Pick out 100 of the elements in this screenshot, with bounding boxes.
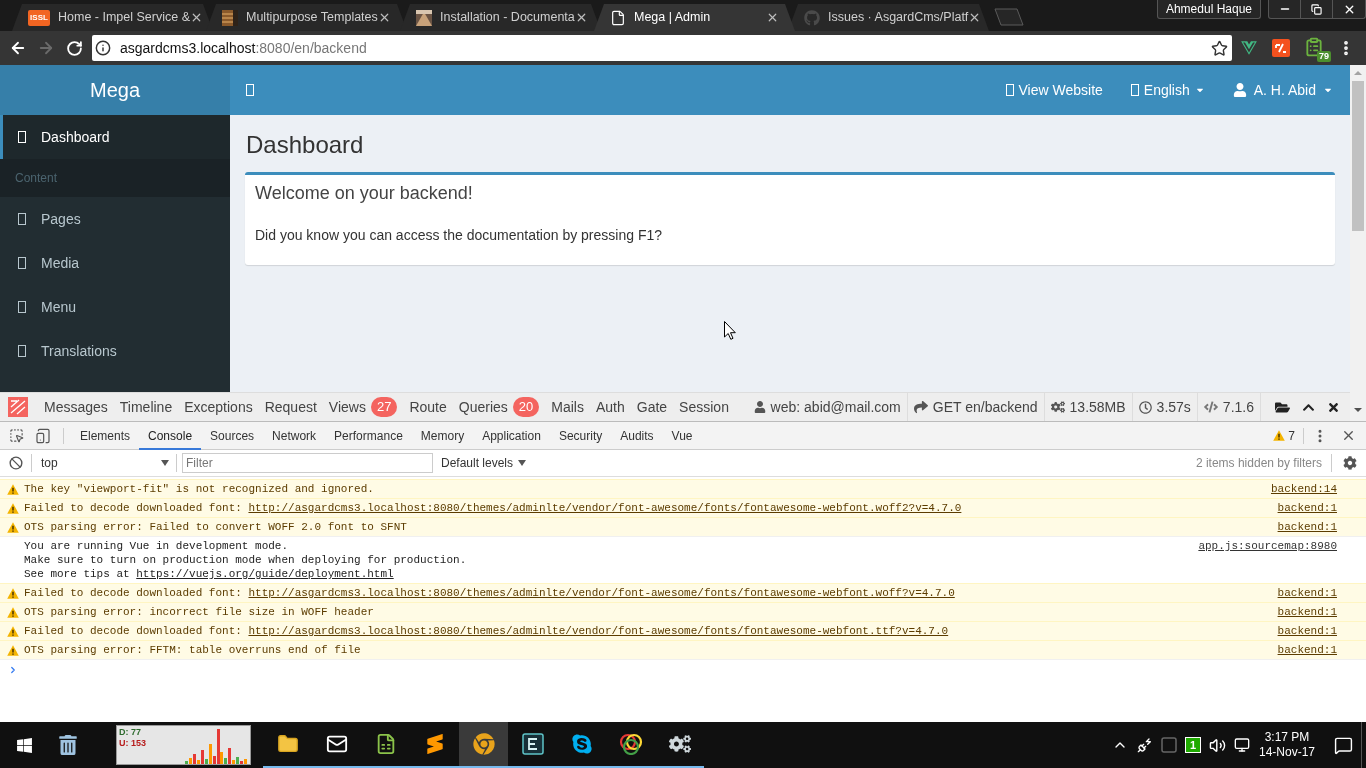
- context-select[interactable]: top: [32, 453, 175, 473]
- debugbar-tab[interactable]: Gate: [630, 394, 674, 420]
- debugbar-tab[interactable]: Session: [673, 394, 735, 420]
- colorful-rings-icon: [618, 733, 643, 755]
- device-toolbar-icon[interactable]: [35, 427, 51, 444]
- source-link[interactable]: backend:1: [1277, 641, 1337, 659]
- address-bar[interactable]: asgardcms3.localhost:8080/en/backend: [92, 35, 1232, 61]
- sidebar-item[interactable]: Pages: [0, 197, 230, 241]
- power-plug-icon[interactable]: [1137, 737, 1153, 753]
- devtools-tab[interactable]: Application: [473, 421, 550, 450]
- clock-icon: [1138, 400, 1152, 414]
- cat-logo-icon: [804, 9, 820, 26]
- sidebar-toggle[interactable]: [246, 84, 254, 96]
- source-link[interactable]: backend:14: [1271, 480, 1337, 498]
- source-link[interactable]: backend:1: [1277, 603, 1337, 621]
- close-tab-icon[interactable]: [190, 11, 203, 24]
- devtools-tab[interactable]: Console: [139, 421, 202, 450]
- s-logo-icon: [424, 734, 445, 754]
- brand-logo[interactable]: Mega: [0, 65, 230, 115]
- debugbar-tab[interactable]: Views 27: [322, 394, 404, 420]
- upload-reading: U: 153: [119, 738, 146, 749]
- devtools-tab[interactable]: Audits: [611, 421, 663, 450]
- devtools-tab[interactable]: Performance: [325, 421, 412, 450]
- gears-icon: [668, 733, 691, 755]
- clear-console-icon[interactable]: [9, 456, 23, 470]
- devtools-tab[interactable]: Security: [549, 421, 612, 450]
- debugbar-tab[interactable]: Mails: [545, 394, 590, 420]
- source-link[interactable]: backend:1: [1277, 584, 1337, 602]
- forward-arrow-icon: [37, 39, 55, 57]
- editor-icon: [521, 733, 544, 755]
- levels-dropdown[interactable]: Default levels: [441, 454, 527, 472]
- debugbar-tab[interactable]: Messages: [38, 394, 114, 420]
- header-dropdown[interactable]: English: [1130, 79, 1205, 101]
- code-tile-icon[interactable]: [1272, 39, 1290, 57]
- debugbar-tab[interactable]: Timeline: [113, 394, 179, 420]
- caret-down-icon: [518, 460, 527, 466]
- console-message: Failed to decode downloaded font: http://asgardcms3.localhost:8080/themes/adminlte/vendor/font-awesome/fonts/fontawesome-webfont.woff?v=4.7.0: [24, 585, 955, 601]
- settings-icon[interactable]: [1343, 456, 1357, 470]
- source-link[interactable]: app.js:sourcemap:8980: [1198, 539, 1337, 581]
- devtools-tab[interactable]: Elements: [71, 421, 140, 450]
- filter-field[interactable]: Filter: [182, 453, 433, 473]
- speaker-icon[interactable]: [1209, 736, 1226, 754]
- warnings-counter[interactable]: 7: [1273, 426, 1295, 445]
- debugbar-logo-icon[interactable]: [8, 397, 28, 417]
- missing-glyph-icon: [18, 301, 26, 313]
- close-icon[interactable]: [1341, 428, 1356, 443]
- user-menu[interactable]: A. H. Abid: [1232, 79, 1333, 101]
- v-logo-icon[interactable]: [1240, 39, 1258, 57]
- console-link[interactable]: https://vuejs.org/guide/deployment.html: [136, 568, 394, 580]
- square-tray-icon[interactable]: [1161, 737, 1177, 753]
- close-tab-icon[interactable]: [378, 11, 391, 24]
- sidebar-item[interactable]: Dashboard: [0, 115, 230, 159]
- prompt-chevron-icon: [8, 664, 18, 675]
- console-message: Make sure to turn on production mode when deploying for production.: [24, 553, 467, 567]
- debugbar-stat: 7.1.6: [1222, 397, 1254, 417]
- browser-tab[interactable]: Mega | Admin: [594, 4, 795, 31]
- devtools-tab[interactable]: Network: [263, 421, 326, 450]
- debugbar-tab[interactable]: Exceptions: [178, 394, 259, 420]
- debugbar-stat: web: abid@mail.com: [770, 397, 901, 417]
- scroll-down-arrow-icon[interactable]: [1354, 408, 1362, 412]
- devtools-tab[interactable]: Memory: [411, 421, 474, 450]
- missing-glyph-icon: [18, 257, 26, 269]
- devtools-tab[interactable]: Vue: [662, 421, 702, 450]
- debugbar-tab[interactable]: Route: [403, 394, 453, 420]
- sidebar-item[interactable]: Menu: [0, 285, 230, 329]
- download-reading: D: 77: [119, 727, 142, 738]
- debugbar-tab[interactable]: Request: [258, 394, 323, 420]
- url-text: asgardcms3.localhost:8080/en/backend: [120, 38, 367, 58]
- source-link[interactable]: backend:1: [1277, 622, 1337, 640]
- clock-button[interactable]: 3:17 PM 14-Nov-17: [1256, 730, 1318, 760]
- console-link[interactable]: http://asgardcms3.localhost:8080/themes/adminlte/vendor/font-awesome/fonts/fontawesome-webfont.woff2?v=4.7.0: [248, 501, 962, 514]
- page-scrollbar[interactable]: [1350, 65, 1366, 421]
- source-link[interactable]: backend:1: [1277, 499, 1337, 517]
- restore-icon: [1311, 3, 1322, 15]
- close-tab-icon[interactable]: [766, 11, 779, 24]
- notifications-icon[interactable]: [1334, 735, 1353, 755]
- monitor-icon[interactable]: [1234, 737, 1250, 753]
- console-link[interactable]: http://asgardcms3.localhost:8080/themes/adminlte/vendor/font-awesome/fonts/fontawesome-webfont.woff?v=4.7.0: [248, 586, 955, 599]
- warning-icon: [7, 483, 19, 495]
- close-icon[interactable]: [1327, 400, 1340, 414]
- warning-icon: [7, 521, 19, 533]
- source-link[interactable]: backend:1: [1277, 518, 1337, 536]
- debugbar-tab[interactable]: Queries 20: [452, 394, 546, 420]
- scrollbar-thumb[interactable]: [1352, 81, 1364, 231]
- console-link[interactable]: http://asgardcms3.localhost:8080/themes/adminlte/vendor/font-awesome/fonts/fontawesome-webfont.ttf?v=4.7.0: [248, 624, 949, 637]
- sidebar-item[interactable]: Translations: [0, 329, 230, 373]
- bookmark-star-icon[interactable]: [1211, 39, 1228, 57]
- windows-logo-icon: [15, 736, 33, 754]
- debugbar-stat: 3.57s: [1156, 397, 1191, 417]
- photo-thumbnail-icon: [416, 9, 432, 26]
- card-title: Welcome on your backend!: [255, 183, 474, 204]
- debugbar-tab[interactable]: Auth: [589, 394, 631, 420]
- missing-glyph-icon: [18, 345, 26, 357]
- inspect-element-icon[interactable]: [9, 428, 24, 443]
- devtools-tab[interactable]: Sources: [201, 421, 264, 450]
- console-message: The key "viewport-fit" is not recognized and ignored.: [24, 481, 374, 497]
- caret-down-icon: [161, 460, 169, 466]
- profile-button[interactable]: Ahmedul Haque: [1156, 0, 1261, 19]
- header-link[interactable]: View Website: [1005, 79, 1103, 101]
- sidebar-item[interactable]: Media: [0, 241, 230, 285]
